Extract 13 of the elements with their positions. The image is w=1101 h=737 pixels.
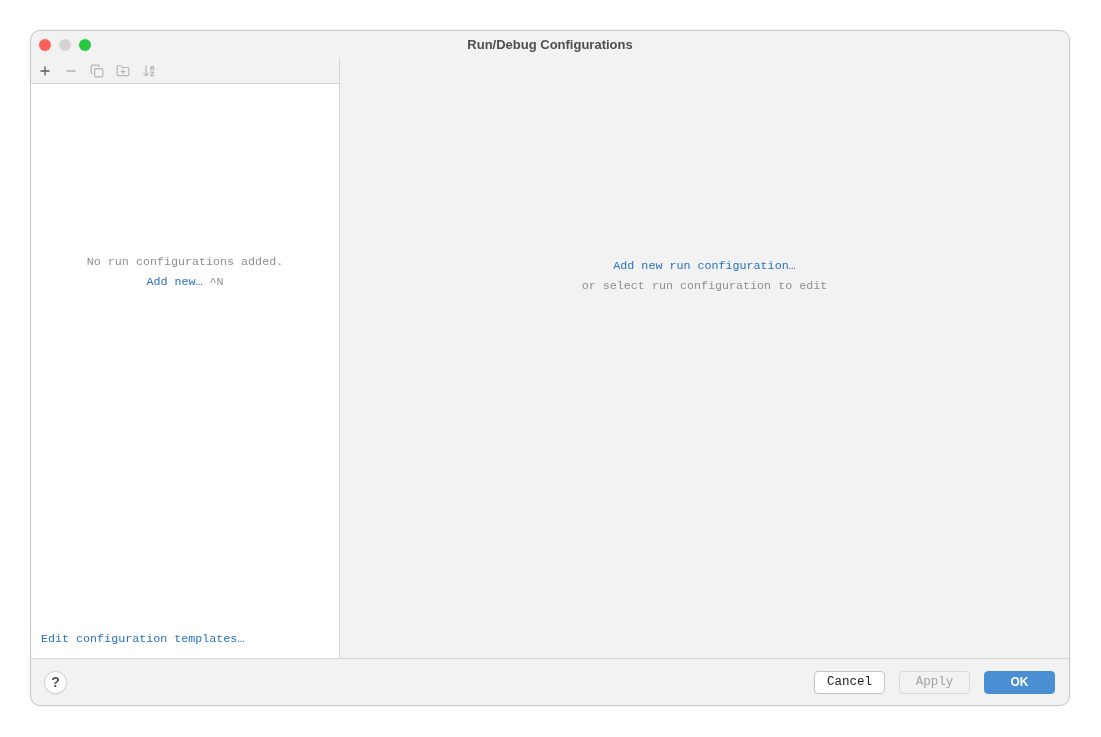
add-new-link[interactable]: Add new… bbox=[146, 272, 203, 292]
help-button[interactable]: ? bbox=[44, 670, 67, 694]
zoom-icon[interactable] bbox=[79, 38, 91, 51]
minimize-icon[interactable] bbox=[59, 38, 71, 51]
close-icon[interactable] bbox=[39, 38, 51, 51]
empty-message: No run configurations added. bbox=[86, 254, 284, 271]
dialog-button[interactable]: Cancel bbox=[814, 670, 885, 694]
primary-button[interactable]: OK bbox=[984, 670, 1055, 694]
shortcut-hint: ^N bbox=[209, 274, 224, 291]
edit-templates-link[interactable]: Edit configuration templates… bbox=[41, 629, 245, 649]
window-title: Run/Debug Configurations bbox=[467, 37, 633, 52]
select-hint: or select run configuration to edit bbox=[581, 278, 828, 295]
add-configuration-link[interactable]: Add new run configuration… bbox=[613, 256, 796, 276]
